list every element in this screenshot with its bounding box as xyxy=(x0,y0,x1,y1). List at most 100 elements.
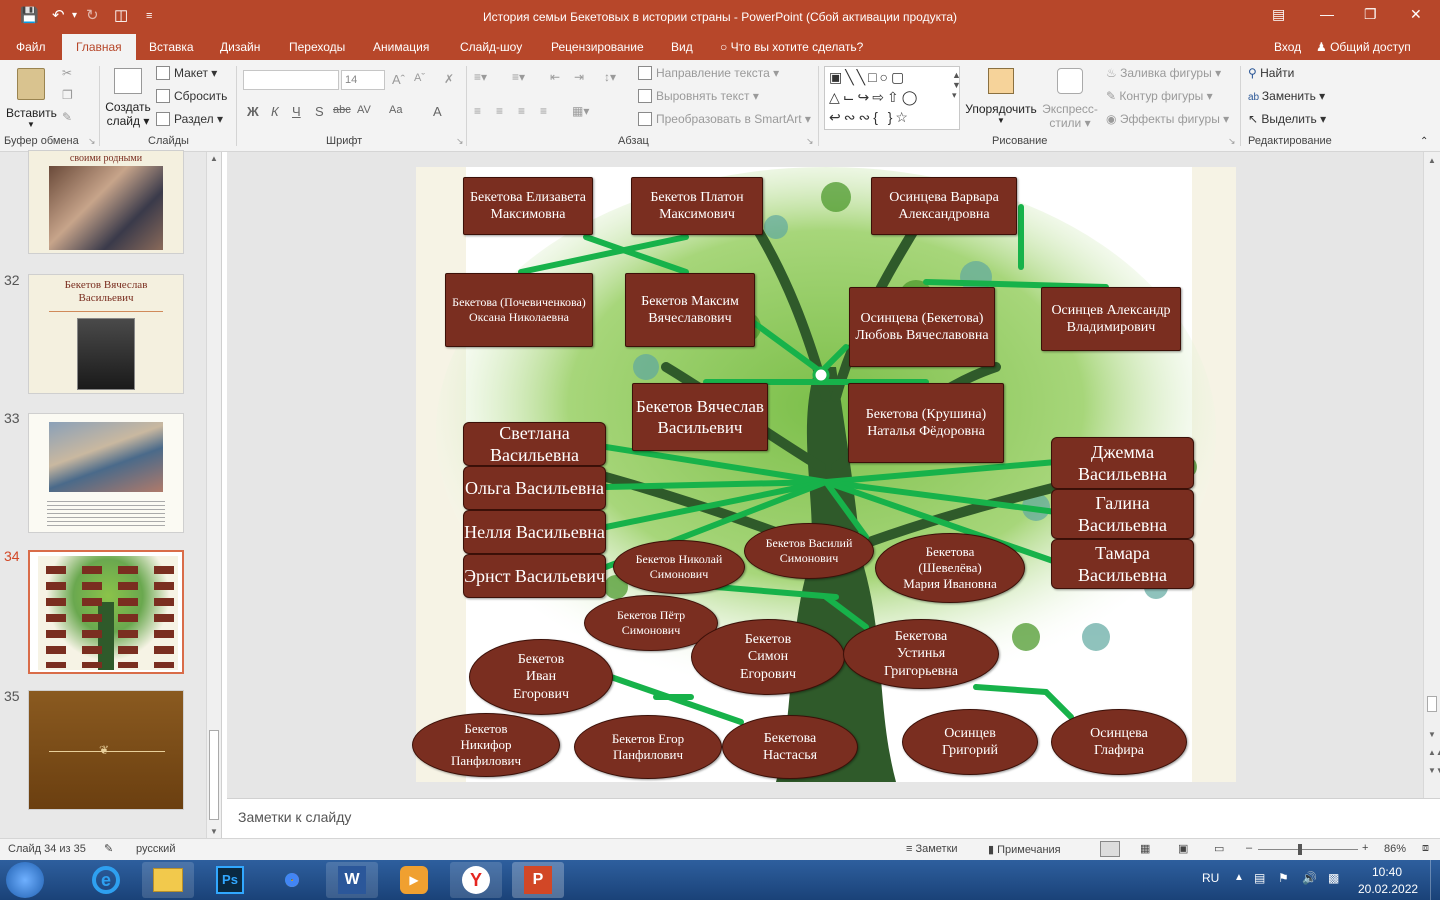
action-center-icon[interactable]: ⚑ xyxy=(1278,871,1289,885)
zoom-slider-thumb[interactable] xyxy=(1298,844,1302,855)
media-player-icon[interactable]: ▶ xyxy=(388,862,440,898)
person-box[interactable]: Осинцева (Бекетова) Любовь Вячеславовна xyxy=(849,287,995,367)
slide-thumbnail[interactable]: Бекетов Вячеслав Васильевич xyxy=(28,274,184,394)
shape-outline-button[interactable]: ✎ Контур фигуры ▾ xyxy=(1106,89,1213,103)
shadow-button[interactable]: S xyxy=(315,104,324,119)
signin-link[interactable]: Вход xyxy=(1274,40,1301,54)
editor-scrollbar[interactable]: ▲ ▼ ▲▲ ▼▼ xyxy=(1423,152,1440,798)
format-painter-icon[interactable]: ✎ xyxy=(62,110,72,124)
decrease-indent-icon[interactable]: ⇤ xyxy=(550,70,560,84)
tab-transitions[interactable]: Переходы xyxy=(289,40,345,54)
ie-icon[interactable]: e xyxy=(80,862,132,898)
new-slide-button[interactable]: Создать слайд ▾ xyxy=(104,64,152,130)
text-direction-button[interactable]: Направление текста ▾ xyxy=(638,66,779,80)
photoshop-icon[interactable]: Ps xyxy=(204,862,256,898)
clipboard-launcher-icon[interactable]: ↘ xyxy=(88,136,96,147)
keyboard-language[interactable]: RU xyxy=(1202,871,1219,885)
person-box[interactable]: Бекетов Платон Максимович xyxy=(631,177,763,235)
thumbnail-scrollbar[interactable]: ▲ ▼ xyxy=(206,152,221,838)
tab-review[interactable]: Рецензирование xyxy=(551,40,644,54)
person-box[interactable]: Джемма Васильевна xyxy=(1051,437,1194,489)
person-box[interactable]: Ольга Васильевна xyxy=(463,466,606,510)
person-oval[interactable]: Бекетова Устинья Григорьевна xyxy=(843,619,999,689)
person-box[interactable]: Бекетова (Почевиченкова) Оксана Николаев… xyxy=(445,273,593,347)
person-oval[interactable]: Бекетов Симон Егорович xyxy=(691,619,845,695)
ribbon-display-icon[interactable]: ▤ xyxy=(1272,6,1285,23)
person-oval[interactable]: Бекетова Настасья xyxy=(722,715,858,779)
reading-view-icon[interactable]: ▣ xyxy=(1178,842,1188,855)
layout-button[interactable]: Макет ▾ xyxy=(156,66,217,80)
person-box[interactable]: Бекетова (Крушина) Наталья Фёдоровна xyxy=(848,383,1004,463)
notes-pane[interactable]: Заметки к слайду xyxy=(227,798,1440,838)
shape-effects-button[interactable]: ◉ Эффекты фигуры ▾ xyxy=(1106,112,1229,126)
clear-format-icon[interactable]: ✗ xyxy=(444,72,454,86)
spellcheck-icon[interactable]: ✎ xyxy=(104,842,113,855)
italic-button[interactable]: К xyxy=(271,104,279,119)
font-color-button[interactable]: A xyxy=(433,104,442,119)
columns-icon[interactable]: ▦▾ xyxy=(572,104,589,118)
arrange-button[interactable]: Упорядочить ▼ xyxy=(964,64,1038,130)
section-button[interactable]: Раздел ▾ xyxy=(156,112,223,126)
bullets-icon[interactable]: ≡▾ xyxy=(474,70,487,84)
person-oval[interactable]: Бекетов Егор Панфилович xyxy=(574,715,722,779)
zoom-slider[interactable] xyxy=(1258,849,1358,850)
replace-button[interactable]: ab Заменить ▾ xyxy=(1248,89,1325,103)
share-button[interactable]: ♟ Общий доступ xyxy=(1316,40,1411,54)
tell-me-box[interactable]: ○ Что вы хотите сделать? xyxy=(720,40,863,54)
person-box[interactable]: Осинцев Александр Владимирович xyxy=(1041,287,1181,351)
scroll-down-icon[interactable]: ▼ xyxy=(210,827,218,836)
slide-sorter-icon[interactable]: ▦ xyxy=(1140,842,1150,855)
zoom-in-icon[interactable]: + xyxy=(1362,842,1368,854)
tab-slideshow[interactable]: Слайд-шоу xyxy=(460,40,522,54)
person-oval[interactable]: Бекетов Иван Егорович xyxy=(469,639,613,715)
shape-fill-button[interactable]: ♨ Заливка фигуры ▾ xyxy=(1106,66,1221,80)
slide-canvas[interactable]: Бекетова Елизавета Максимовна Бекетов Пл… xyxy=(412,167,1236,782)
copy-icon[interactable]: ❐ xyxy=(62,88,73,102)
quick-styles-button[interactable]: Экспресс- стили ▾ xyxy=(1040,64,1100,130)
explorer-icon[interactable] xyxy=(142,862,194,898)
normal-view-icon[interactable] xyxy=(1100,841,1120,857)
person-box[interactable]: Эрнст Васильевич xyxy=(463,554,606,598)
scroll-down-icon[interactable]: ▼ xyxy=(1428,730,1436,739)
yandex-browser-icon[interactable]: Y xyxy=(450,862,502,898)
powerpoint-icon[interactable]: P xyxy=(512,862,564,898)
scroll-up-icon[interactable]: ▲ xyxy=(1424,156,1440,165)
slide-thumbnail[interactable]: ❦ xyxy=(28,690,184,810)
underline-button[interactable]: Ч xyxy=(292,104,301,119)
person-oval[interactable]: Бекетов Никифор Панфилович xyxy=(412,713,560,777)
scroll-up-icon[interactable]: ▲ xyxy=(207,154,221,163)
scroll-thumb[interactable] xyxy=(209,730,219,820)
clock-date[interactable]: 20.02.2022 xyxy=(1358,882,1418,896)
person-oval[interactable]: Осинцева Глафира xyxy=(1051,709,1187,775)
signal-icon[interactable]: ▩ xyxy=(1328,871,1339,885)
show-desktop-button[interactable] xyxy=(1430,860,1440,900)
person-oval[interactable]: Бекетов Василий Симонович xyxy=(744,523,874,579)
network-error-icon[interactable]: ▤ xyxy=(1254,871,1265,885)
collapse-ribbon-icon[interactable]: ⌃ xyxy=(1420,136,1428,147)
person-oval[interactable]: Бекетова (Шевелёва) Мария Ивановна xyxy=(875,533,1025,603)
paragraph-launcher-icon[interactable]: ↘ xyxy=(806,136,814,147)
language-indicator[interactable]: русский xyxy=(136,843,175,855)
shapes-gallery[interactable]: ▣╲╲□○▢ △⌙↪⇨⇧◯ ↩∾∾{ }☆ xyxy=(824,66,960,130)
chrome-icon[interactable] xyxy=(266,862,318,898)
fit-slide-icon[interactable]: ⧈ xyxy=(1422,842,1429,855)
minimize-icon[interactable]: — xyxy=(1320,6,1334,22)
maximize-icon[interactable]: ❐ xyxy=(1364,6,1377,23)
person-oval[interactable]: Осинцев Григорий xyxy=(902,709,1038,775)
slide-thumbnail[interactable] xyxy=(28,413,184,533)
slide-thumbnail[interactable]: своими родными xyxy=(28,150,184,254)
person-box[interactable]: Бекетов Максим Вячеславович xyxy=(625,273,755,347)
tab-view[interactable]: Вид xyxy=(671,40,693,54)
person-box[interactable]: Бекетова Елизавета Максимовна xyxy=(463,177,593,235)
person-box[interactable]: Нелля Васильевна xyxy=(463,510,606,554)
drawing-launcher-icon[interactable]: ↘ xyxy=(1228,136,1236,147)
prev-slide-icon[interactable]: ▲▲ xyxy=(1428,748,1440,757)
clock-time[interactable]: 10:40 xyxy=(1372,865,1402,879)
cut-icon[interactable]: ✂ xyxy=(62,66,72,80)
tab-design[interactable]: Дизайн xyxy=(220,40,260,54)
tab-animation[interactable]: Анимация xyxy=(373,40,429,54)
volume-icon[interactable]: 🔊 xyxy=(1302,871,1317,885)
smartart-button[interactable]: Преобразовать в SmartArt ▾ xyxy=(638,112,811,126)
comments-toggle[interactable]: ▮ Примечания xyxy=(988,843,1061,856)
person-box[interactable]: Галина Васильевна xyxy=(1051,489,1194,539)
